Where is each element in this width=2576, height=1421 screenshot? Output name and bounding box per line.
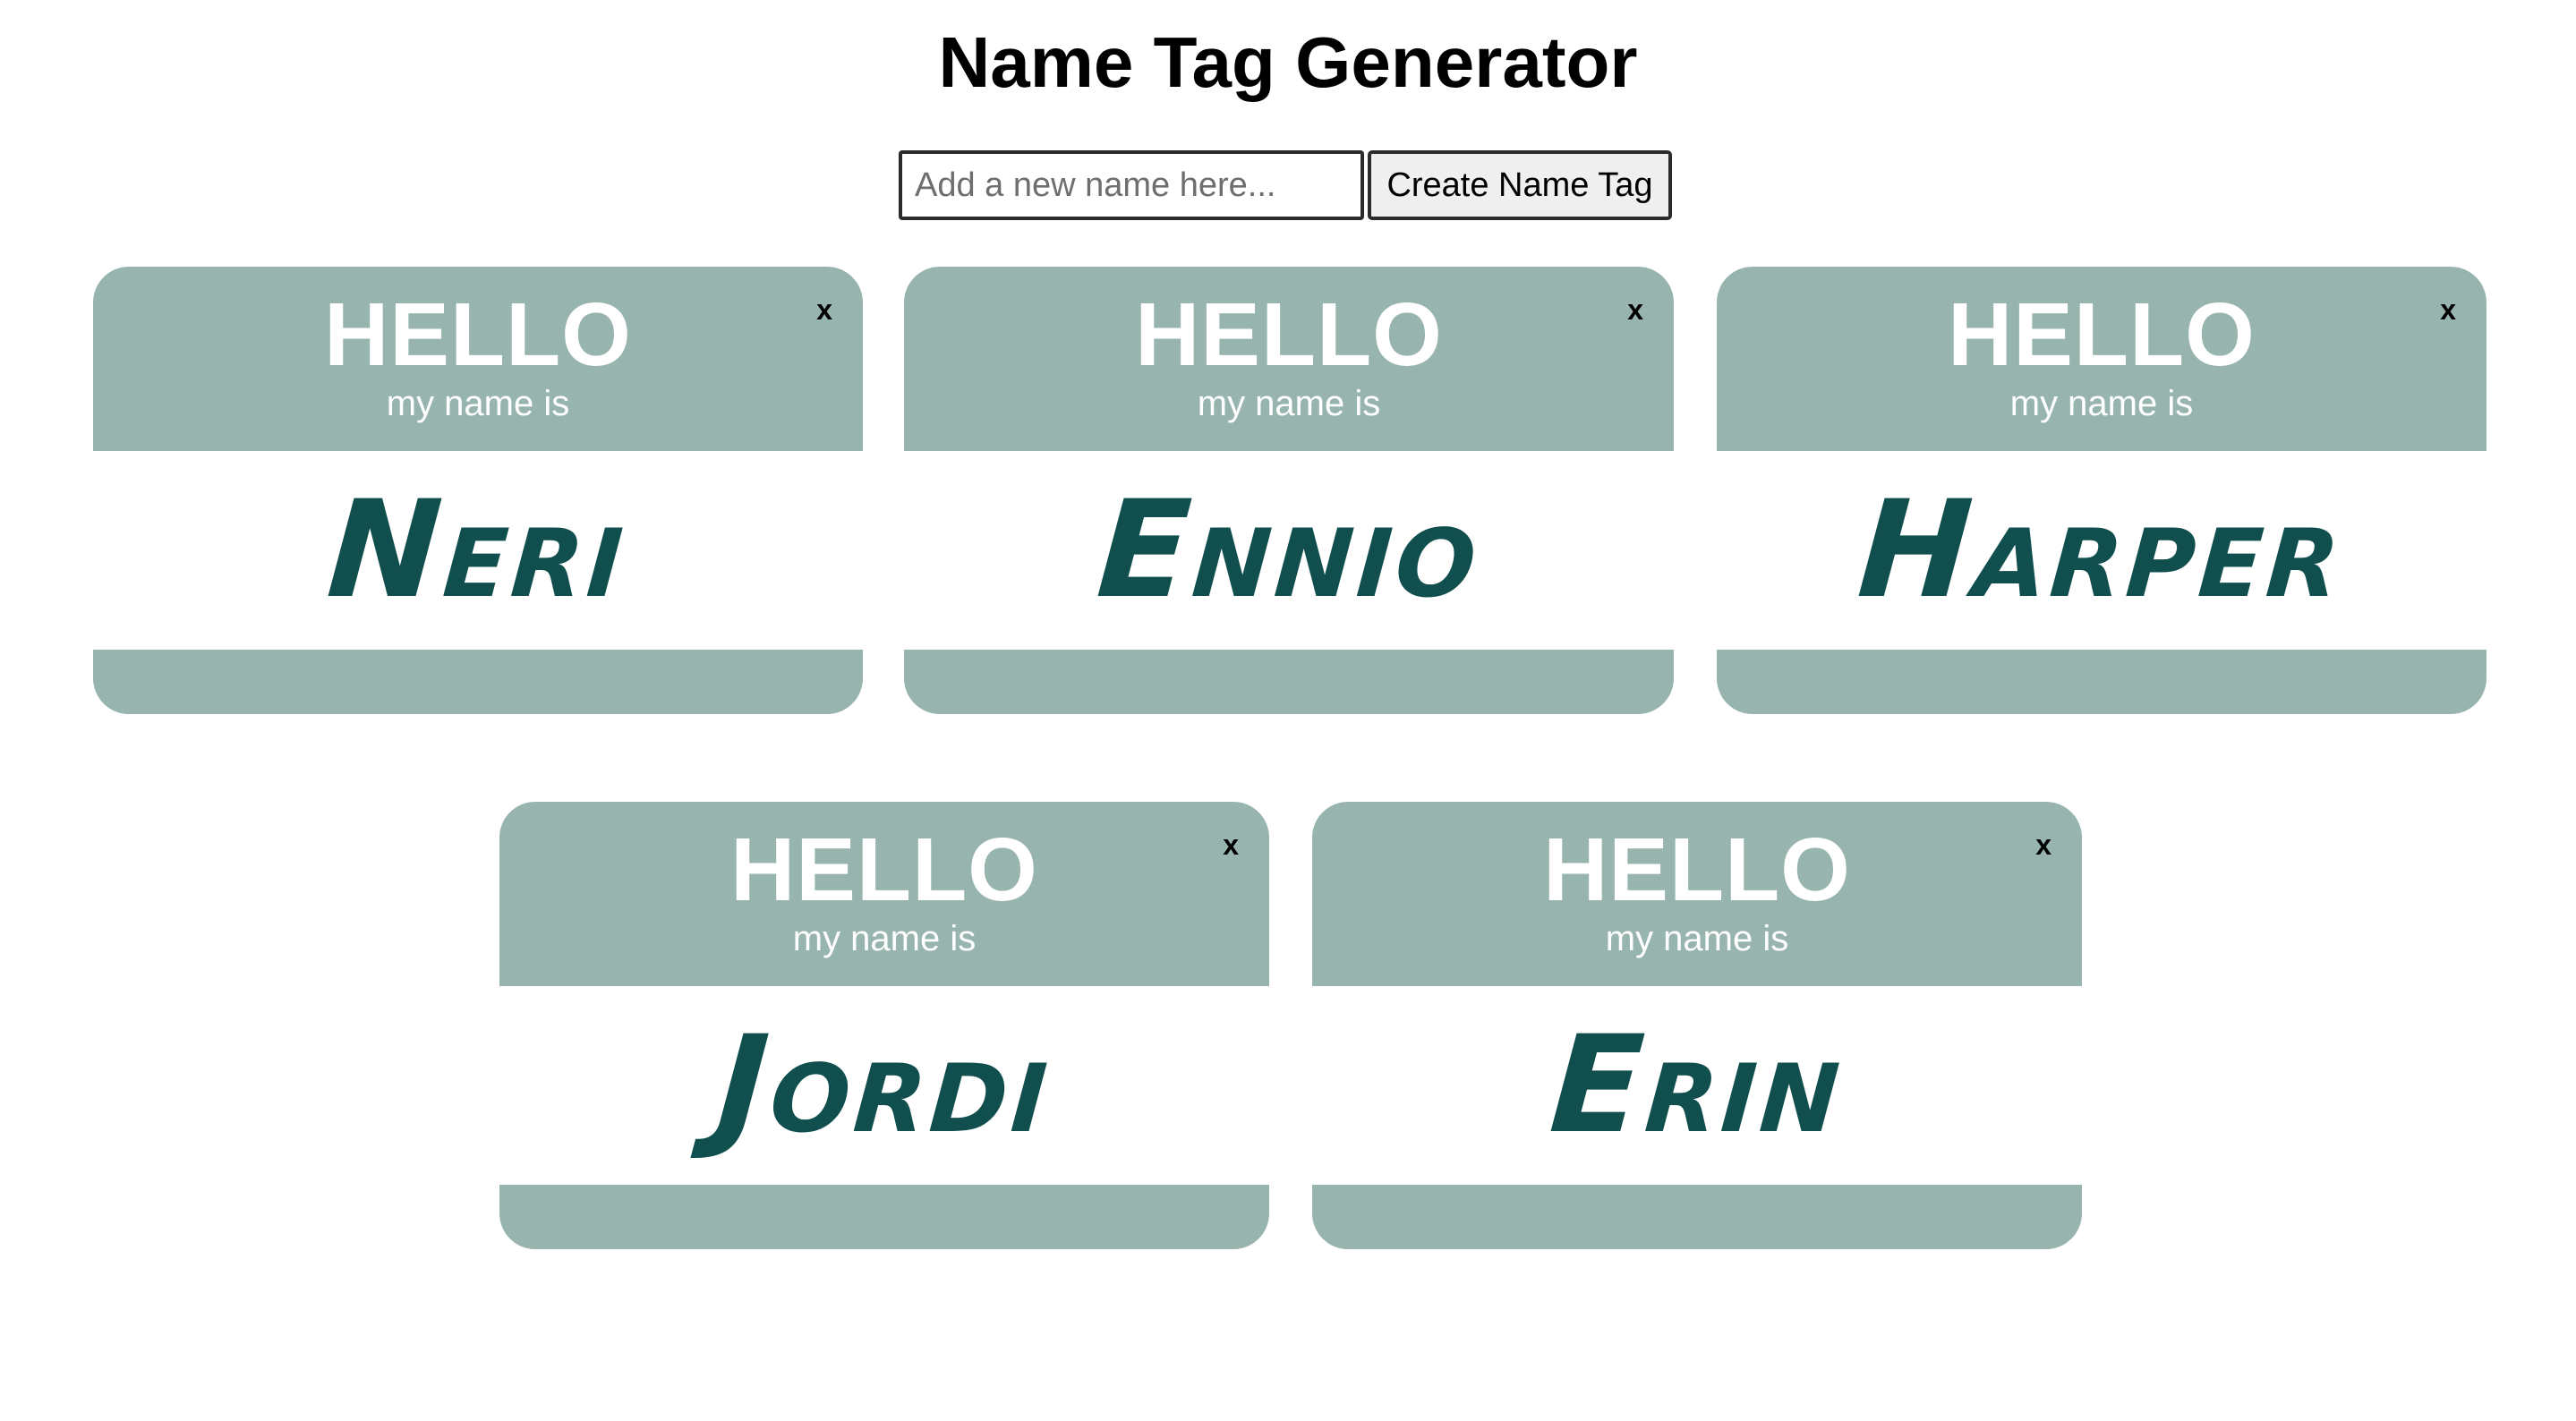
new-tag-form: Create Name Tag <box>899 150 1672 220</box>
tag-name: Ennio <box>1092 472 1486 628</box>
name-input[interactable] <box>899 150 1364 220</box>
tag-body: Jordi <box>499 986 1269 1185</box>
close-icon[interactable]: x <box>1627 294 1643 326</box>
tag-subtitle: my name is <box>386 384 570 423</box>
tag-name: Neri <box>323 472 633 628</box>
close-icon[interactable]: x <box>2035 829 2051 861</box>
tag-header: HELLO my name is x <box>1717 267 2486 451</box>
tag-footer <box>1717 650 2486 714</box>
tag-header: HELLO my name is x <box>499 802 1269 986</box>
name-tag: HELLO my name is x Jordi <box>499 802 1269 1249</box>
tag-greeting: HELLO <box>1948 285 2256 385</box>
page: Name Tag Generator Create Name Tag HELLO… <box>0 0 2576 1421</box>
tag-greeting: HELLO <box>730 820 1038 920</box>
tag-footer <box>1312 1185 2082 1249</box>
tag-subtitle: my name is <box>792 919 977 958</box>
name-tag: HELLO my name is x Neri <box>93 267 863 714</box>
tag-body: Harper <box>1717 451 2486 650</box>
create-name-tag-button[interactable]: Create Name Tag <box>1368 150 1672 220</box>
tag-greeting: HELLO <box>1135 285 1443 385</box>
tag-subtitle: my name is <box>1605 919 1789 958</box>
page-title: Name Tag Generator <box>938 22 1638 102</box>
name-tag: HELLO my name is x Harper <box>1717 267 2486 714</box>
tag-body: Ennio <box>904 451 1674 650</box>
tag-body: Erin <box>1312 986 2082 1185</box>
tag-name: Jordi <box>712 1008 1057 1163</box>
close-icon[interactable]: x <box>1223 829 1239 861</box>
close-icon[interactable]: x <box>2440 294 2456 326</box>
tag-footer <box>499 1185 1269 1249</box>
tag-header: HELLO my name is x <box>93 267 863 451</box>
tag-footer <box>93 650 863 714</box>
name-tag: HELLO my name is x Erin <box>1312 802 2082 1249</box>
tag-header: HELLO my name is x <box>1312 802 2082 986</box>
tag-subtitle: my name is <box>1197 384 1381 423</box>
name-tag: HELLO my name is x Ennio <box>904 267 1674 714</box>
tag-name: Erin <box>1545 1008 1849 1163</box>
tag-body: Neri <box>93 451 863 650</box>
tag-name: Harper <box>1854 472 2350 628</box>
tag-footer <box>904 650 1674 714</box>
tag-subtitle: my name is <box>2009 384 2194 423</box>
close-icon[interactable]: x <box>816 294 832 326</box>
tag-greeting: HELLO <box>1543 820 1851 920</box>
tag-greeting: HELLO <box>324 285 632 385</box>
tag-header: HELLO my name is x <box>904 267 1674 451</box>
